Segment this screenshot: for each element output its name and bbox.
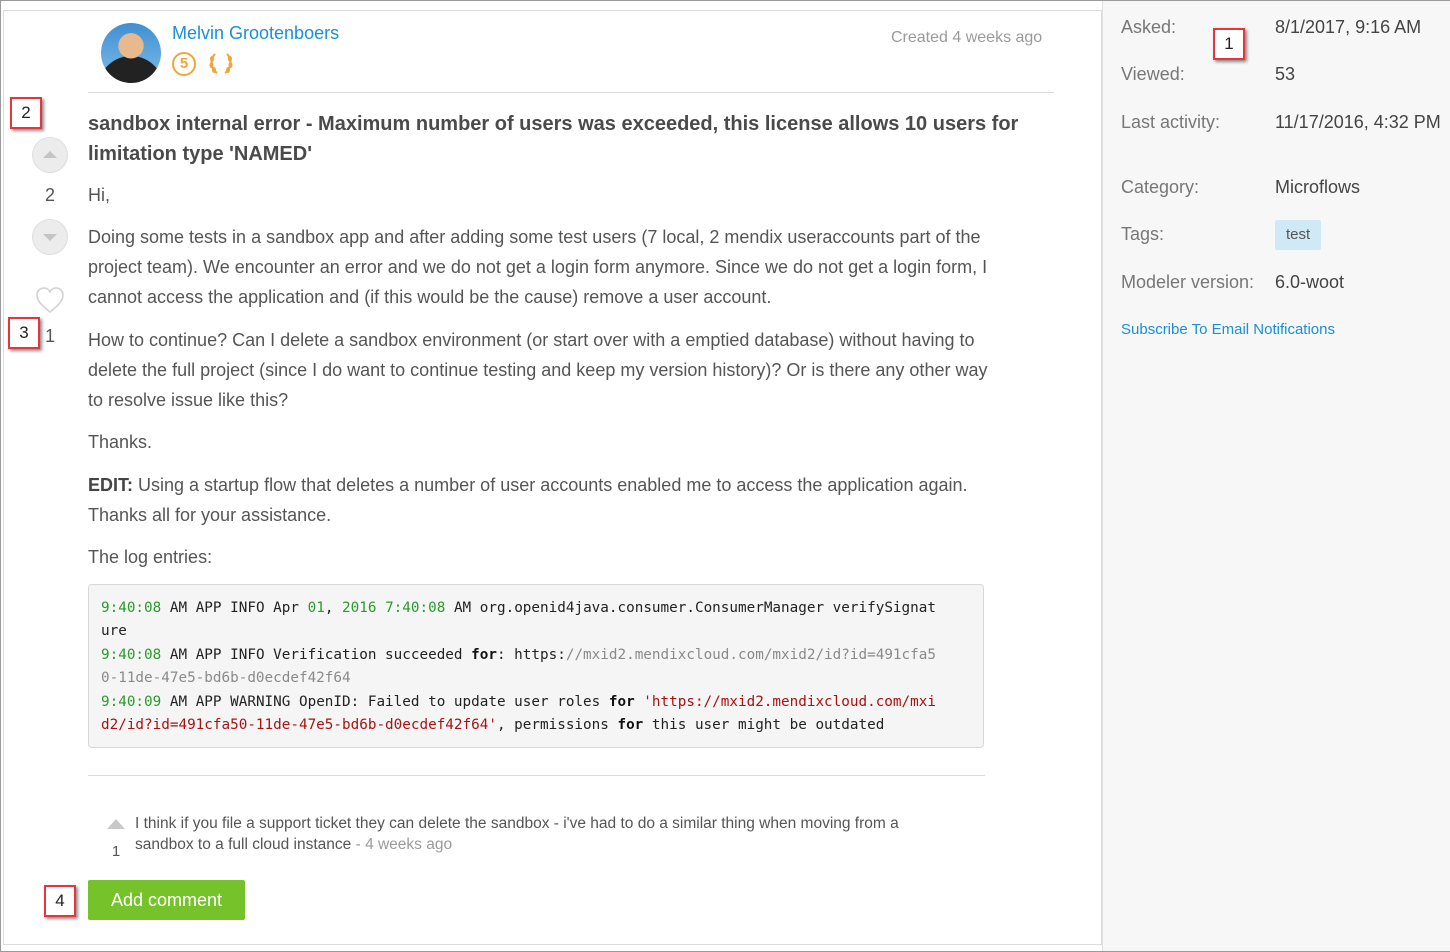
last-activity-value: 11/17/2016, 4:32 PM xyxy=(1275,112,1441,132)
arrow-up-icon xyxy=(43,151,57,158)
asked-label: Asked: xyxy=(1121,17,1177,37)
tag-chip[interactable]: test xyxy=(1275,220,1322,250)
question-title: sandbox internal error - Maximum number … xyxy=(88,113,1019,165)
modeler-version-value: 6.0-woot xyxy=(1275,272,1345,292)
category-value[interactable]: Microflows xyxy=(1275,177,1360,198)
callout-4: 4 xyxy=(44,885,76,917)
callout-1: 1 xyxy=(1213,28,1245,60)
add-comment-button[interactable]: Add comment xyxy=(88,880,245,920)
header-divider xyxy=(88,92,1054,93)
created-timestamp: Created 4 weeks ago xyxy=(891,29,1043,46)
question-paragraph-2: How to continue? Can I delete a sandbox … xyxy=(88,330,988,410)
comment-vote-count: 1 xyxy=(111,843,121,860)
question-edit-note: EDIT: Using a startup flow that deletes … xyxy=(88,470,988,530)
last-activity-label: Last activity: xyxy=(1121,112,1221,132)
edit-label: EDIT: xyxy=(88,475,133,495)
edit-text: Using a startup flow that deletes a numb… xyxy=(88,475,968,525)
asked-value: 8/1/2017, 9:16 AM xyxy=(1275,17,1422,37)
vote-count: 2 xyxy=(44,185,55,205)
log-code-block: 9:40:08 AM APP INFO Apr 01, 2016 7:40:08… xyxy=(88,584,984,748)
arrow-down-icon xyxy=(43,234,57,241)
viewed-value: 53 xyxy=(1275,64,1296,84)
favorite-heart-icon[interactable] xyxy=(34,285,66,315)
laurel-badge-icon xyxy=(209,53,233,74)
downvote-button[interactable] xyxy=(32,219,68,255)
callout-2: 2 xyxy=(10,97,42,129)
viewed-label: Viewed: xyxy=(1121,64,1185,84)
subscribe-email-link[interactable]: Subscribe To Email Notifications xyxy=(1121,321,1335,338)
content-divider xyxy=(88,775,985,776)
author-name-link[interactable]: Melvin Grootenboers xyxy=(172,23,339,44)
reputation-badge: 5 xyxy=(172,52,196,76)
question-paragraph-1: Doing some tests in a sandbox app and af… xyxy=(88,227,988,307)
comment-body: I think if you file a support ticket the… xyxy=(135,815,899,853)
tags-label: Tags: xyxy=(1121,224,1165,244)
category-label: Category: xyxy=(1121,177,1200,197)
page-frame: Melvin Grootenboers 5 Created 4 weeks ag… xyxy=(0,0,1450,952)
comment-upvote-icon[interactable] xyxy=(107,819,125,829)
question-sidebar xyxy=(1102,1,1450,951)
comment-timestamp: 4 weeks ago xyxy=(365,836,453,853)
question-greeting: Hi, xyxy=(88,185,110,205)
comment: I think if you file a support ticket the… xyxy=(135,813,935,855)
comment-separator: - xyxy=(351,836,366,853)
author-avatar[interactable] xyxy=(101,23,161,83)
modeler-version-label: Modeler version: xyxy=(1121,272,1255,292)
upvote-button[interactable] xyxy=(32,137,68,173)
question-thanks: Thanks. xyxy=(88,432,153,452)
callout-3: 3 xyxy=(8,317,40,349)
log-intro: The log entries: xyxy=(88,547,213,567)
